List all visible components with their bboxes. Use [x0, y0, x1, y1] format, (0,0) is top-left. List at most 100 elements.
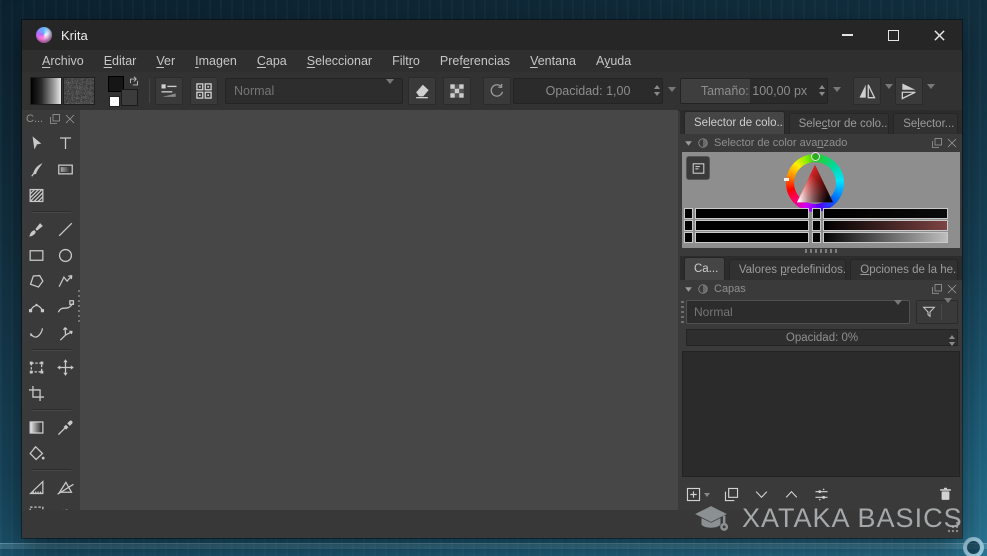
tool-bezier-curve[interactable] — [24, 294, 50, 320]
tool-pattern-edit[interactable] — [24, 182, 50, 208]
tool-outline-select[interactable] — [53, 500, 79, 510]
tool-gradient[interactable] — [24, 414, 50, 440]
menu-imagen[interactable]: Imagen — [185, 50, 247, 72]
blend-mode-combobox[interactable]: Normal — [225, 78, 403, 104]
left-color-slider[interactable] — [695, 220, 809, 231]
tool-line[interactable] — [53, 216, 79, 242]
menu-ayuda[interactable]: Ayuda — [586, 50, 641, 72]
selector-settings-button[interactable] — [686, 156, 710, 180]
right-slider-swatch[interactable] — [812, 208, 821, 219]
tool-text[interactable] — [53, 130, 79, 156]
docker-resize-handle[interactable] — [805, 249, 837, 253]
minimize-button[interactable] — [824, 20, 870, 50]
mirror-vertical-button[interactable] — [895, 77, 923, 105]
preset-docker-tab-1[interactable]: Valores predefinidos... — [728, 259, 847, 280]
spinner-arrows[interactable] — [654, 82, 660, 99]
menu-ver[interactable]: Ver — [146, 50, 185, 72]
tool-polyline[interactable] — [53, 268, 79, 294]
collapse-icon[interactable] — [684, 285, 693, 294]
layers-row-handle[interactable] — [681, 301, 684, 323]
tool-calligraphy[interactable] — [24, 156, 50, 182]
right-color-slider[interactable] — [823, 220, 948, 231]
close-docker-icon[interactable] — [946, 137, 958, 149]
layer-opacity-slider[interactable]: Opacidad: 0% — [686, 329, 958, 346]
advanced-color-selector[interactable] — [682, 152, 960, 248]
preserve-alpha-button[interactable] — [443, 77, 471, 105]
float-docker-icon[interactable] — [931, 283, 943, 295]
reset-colors-icon[interactable] — [109, 96, 120, 107]
tool-color-sampler[interactable] — [53, 414, 79, 440]
menu-capa[interactable]: Capa — [247, 50, 297, 72]
color-docker-tab-0[interactable]: Selector de colo... — [684, 111, 785, 134]
menu-archivo[interactable]: Archivo — [32, 50, 94, 72]
preset-docker-tab-0[interactable]: Ca... — [684, 257, 725, 280]
spinner-arrows[interactable] — [819, 82, 825, 99]
tool-move[interactable] — [53, 354, 79, 380]
pattern-swatch-button[interactable] — [63, 77, 95, 105]
right-color-slider[interactable] — [823, 208, 948, 219]
tool-crop[interactable] — [24, 380, 50, 406]
float-docker-icon[interactable] — [49, 113, 61, 125]
mirror-vertical-dropdown-icon[interactable] — [925, 82, 937, 94]
eraser-mode-button[interactable] — [408, 77, 436, 105]
tool-freehand-brush[interactable] — [24, 216, 50, 242]
mirror-horizontal-dropdown-icon[interactable] — [883, 82, 895, 94]
color-docker-tab-1[interactable]: Selector de colo... — [788, 113, 890, 134]
foreground-background-colors[interactable] — [108, 75, 144, 107]
gradient-swatch-button[interactable] — [30, 77, 62, 105]
left-slider-swatch[interactable] — [684, 208, 693, 219]
tool-empty-cell — [53, 440, 79, 466]
float-docker-icon[interactable] — [931, 137, 943, 149]
opacity-dropdown-icon[interactable] — [666, 85, 678, 97]
menu-preferencias[interactable]: Preferencias — [430, 50, 520, 72]
layer-filter-dropdown-icon[interactable] — [944, 298, 952, 324]
size-dropdown-icon[interactable] — [831, 85, 843, 97]
tool-measure[interactable] — [24, 474, 50, 500]
toolbox-title: C... — [26, 113, 44, 125]
left-slider-swatch[interactable] — [684, 220, 693, 231]
background-color-swatch[interactable] — [121, 89, 138, 106]
tool-fill[interactable] — [24, 440, 50, 466]
right-slider-swatch[interactable] — [812, 220, 821, 231]
mirror-horizontal-button[interactable] — [853, 77, 881, 105]
close-docker-icon[interactable] — [946, 283, 958, 295]
tool-freehand-path[interactable] — [53, 294, 79, 320]
right-dock-panel: Selector de colo... Selector de colo... Se… — [680, 110, 962, 510]
menu-ventana[interactable]: Ventana — [520, 50, 586, 72]
brush-option-slider-button[interactable] — [155, 77, 183, 105]
tool-select-shapes[interactable] — [24, 130, 50, 156]
close-docker-icon[interactable] — [64, 113, 76, 125]
menu-editar[interactable]: Editar — [94, 50, 147, 72]
right-color-slider[interactable] — [823, 232, 948, 243]
left-color-slider[interactable] — [695, 232, 809, 243]
maximize-button[interactable] — [870, 20, 916, 50]
brush-presets-button[interactable] — [190, 77, 218, 105]
left-slider-swatch[interactable] — [684, 232, 693, 243]
add-layer-dropdown-icon[interactable] — [704, 491, 714, 498]
tool-polygon[interactable] — [24, 268, 50, 294]
close-button[interactable] — [916, 20, 962, 50]
tool-multibrush[interactable] — [53, 320, 79, 346]
menu-seleccionar[interactable]: Seleccionar — [297, 50, 382, 72]
layer-blend-mode-combobox[interactable]: Normal — [686, 300, 910, 324]
tool-rectangle[interactable] — [24, 242, 50, 268]
collapse-icon[interactable] — [684, 139, 693, 148]
tool-transform[interactable] — [24, 354, 50, 380]
color-docker-tab-2[interactable]: Selector... — [893, 113, 958, 134]
tool-ellipse[interactable] — [53, 242, 79, 268]
tool-dynamic-brush[interactable] — [24, 320, 50, 346]
layer-list[interactable] — [682, 351, 960, 477]
menu-filtro[interactable]: Filtro — [382, 50, 430, 72]
tool-container[interactable] — [53, 156, 79, 182]
layer-filter-button[interactable] — [916, 298, 958, 324]
tool-rect-select[interactable] — [24, 500, 50, 510]
swap-colors-icon[interactable] — [127, 75, 141, 89]
reload-preset-button[interactable] — [483, 77, 511, 105]
opacity-spinbox[interactable]: Opacidad: 1,00 — [513, 78, 663, 104]
preset-docker-tab-2[interactable]: Opciones de la he... — [850, 259, 959, 280]
spinner-arrows[interactable] — [949, 332, 955, 349]
right-slider-swatch[interactable] — [812, 232, 821, 243]
size-spinbox[interactable]: Tamaño: 100,00 px — [680, 78, 828, 104]
left-color-slider[interactable] — [695, 208, 809, 219]
tool-assistants[interactable] — [53, 474, 79, 500]
